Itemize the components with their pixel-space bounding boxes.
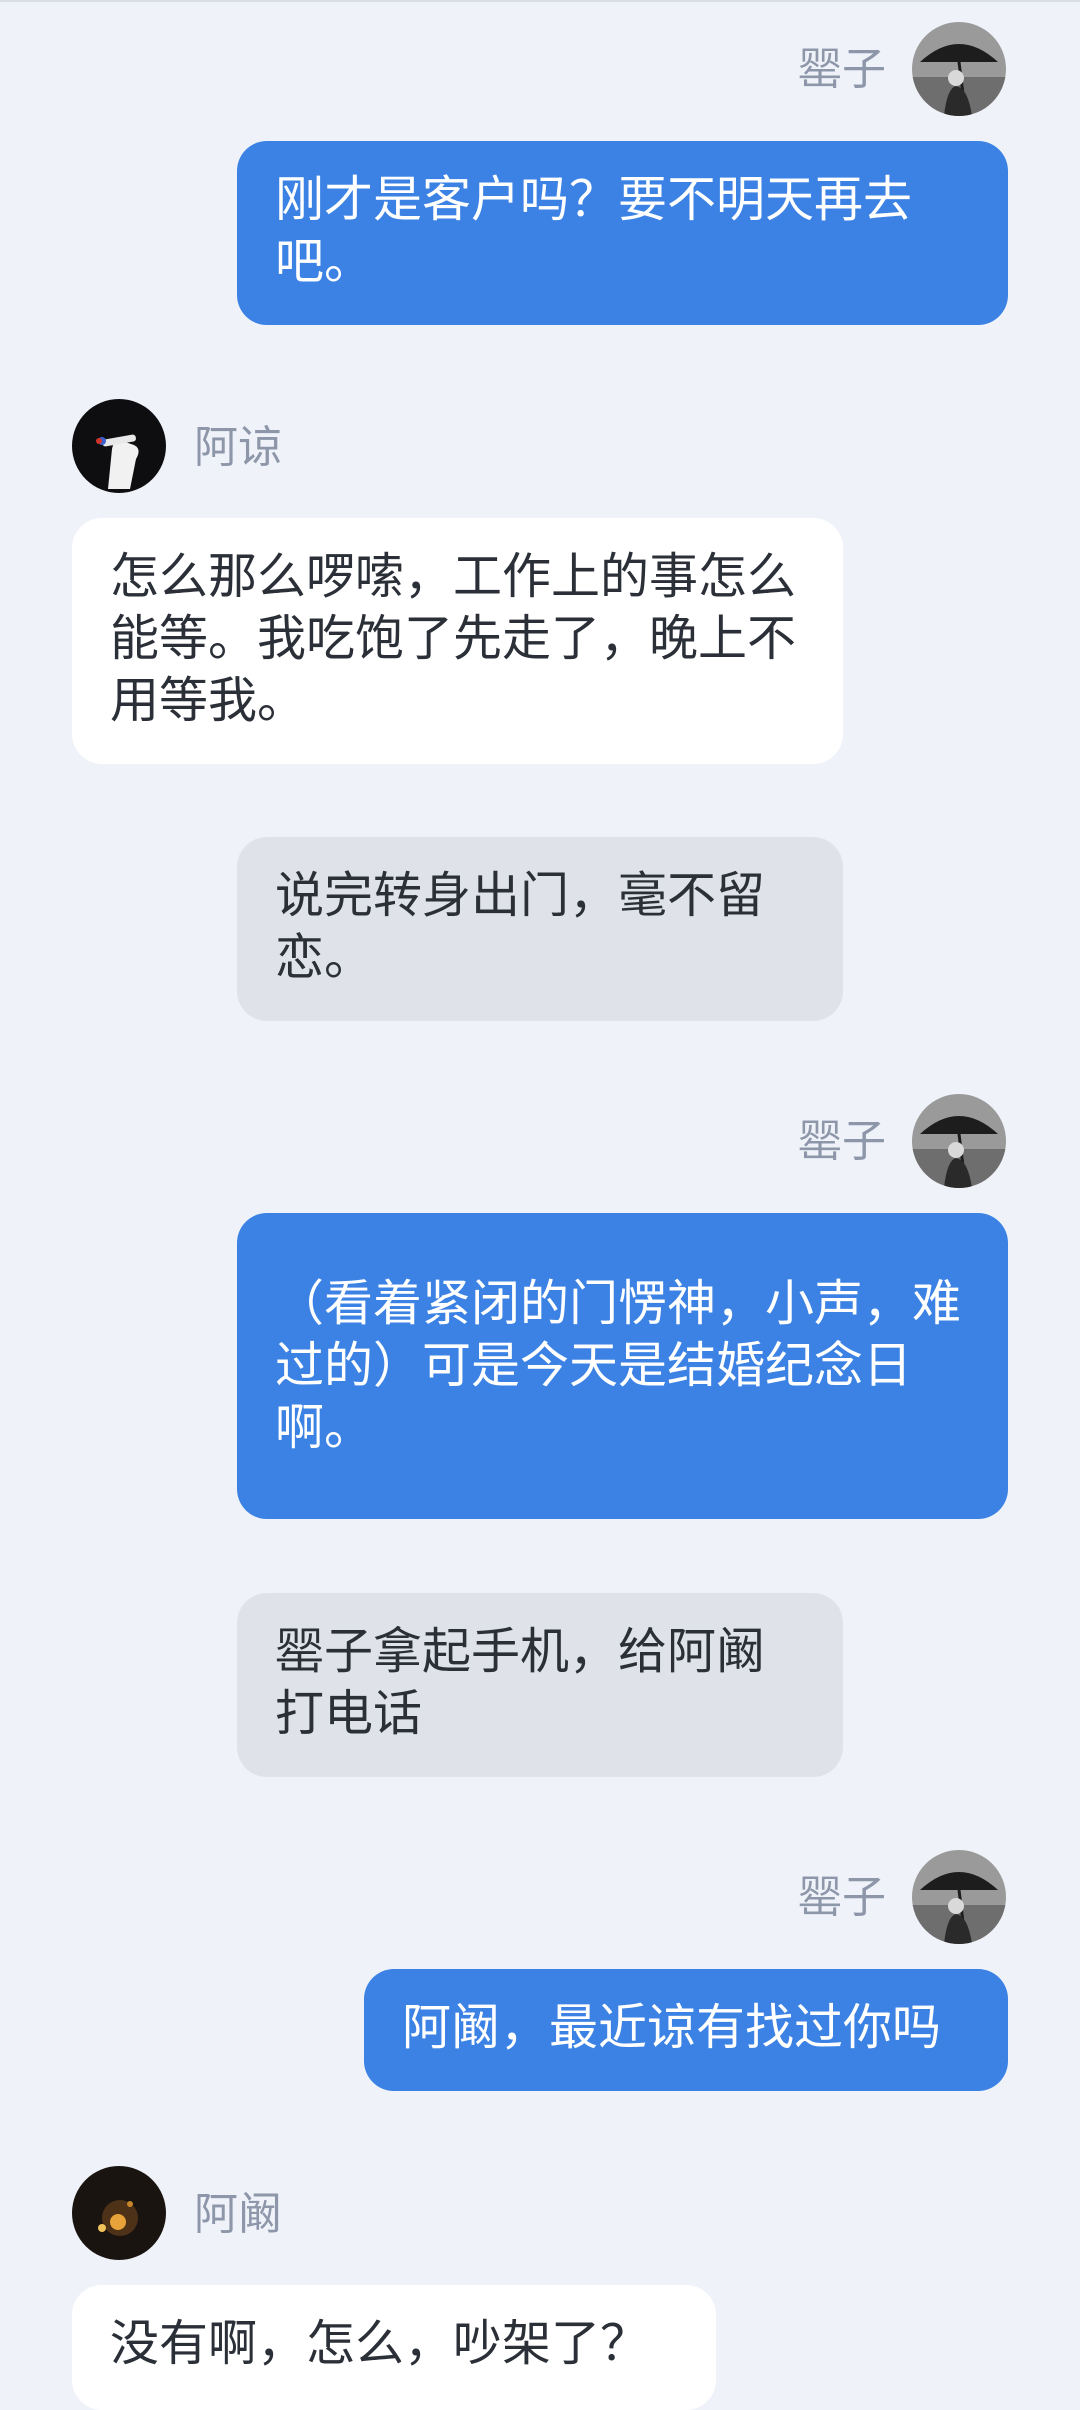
hand-cigarette-avatar-icon[interactable] xyxy=(72,399,166,493)
narration-bubble[interactable]: 罂子拿起手机，给阿阚打电话 xyxy=(237,1593,843,1777)
top-divider xyxy=(0,0,1080,2)
sender-name: 罂子 xyxy=(798,1872,886,1923)
sender-name: 阿谅 xyxy=(194,422,282,473)
message-bubble[interactable]: 没有啊，怎么，吵架了？ xyxy=(72,2285,716,2410)
umbrella-portrait-icon[interactable] xyxy=(912,22,1006,116)
message-text: （看着紧闭的门愣神，小声，难过的）可是今天是结婚纪念日啊。 xyxy=(275,1275,962,1456)
firelight-avatar-icon[interactable] xyxy=(72,2166,166,2260)
sender-name: 阿阚 xyxy=(194,2189,282,2240)
message-bubble[interactable]: （看着紧闭的门愣神，小声，难过的）可是今天是结婚纪念日啊。 xyxy=(237,1213,1008,1519)
sender-name: 罂子 xyxy=(798,1116,886,1167)
umbrella-portrait-icon[interactable] xyxy=(912,1094,1006,1188)
message-bubble[interactable]: 阿阚，最近谅有找过你吗 xyxy=(364,1969,1008,2091)
narration-bubble[interactable]: 说完转身出门，毫不留恋。 xyxy=(237,837,843,1021)
sender-name: 罂子 xyxy=(798,44,886,95)
umbrella-portrait-icon[interactable] xyxy=(912,1850,1006,1944)
message-bubble[interactable]: 刚才是客户吗？要不明天再去吧。 xyxy=(237,141,1008,325)
message-bubble[interactable]: 怎么那么啰嗦，工作上的事怎么能等。我吃饱了先走了，晚上不用等我。 xyxy=(72,518,843,764)
